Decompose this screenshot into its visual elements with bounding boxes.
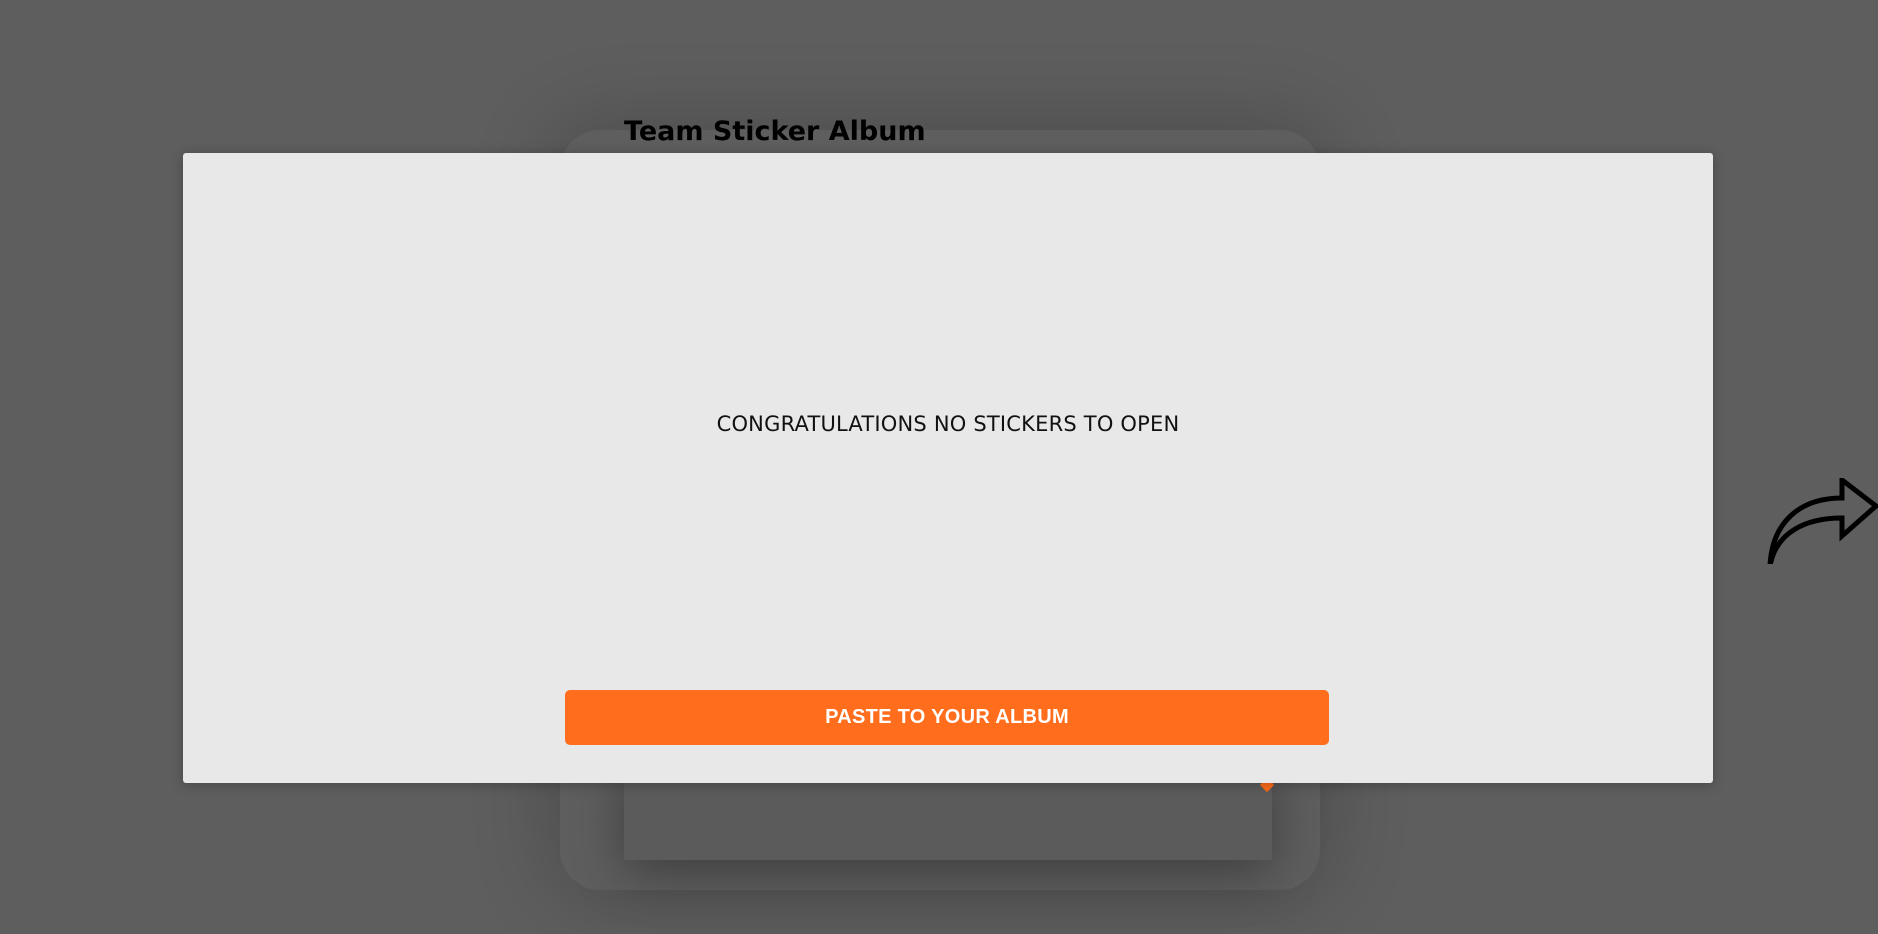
share-arrow-icon[interactable]: [1766, 474, 1878, 567]
paste-to-album-button[interactable]: PASTE TO YOUR ALBUM: [565, 690, 1329, 745]
modal-message: CONGRATULATIONS NO STICKERS TO OPEN: [716, 412, 1180, 436]
no-stickers-modal: CONGRATULATIONS NO STICKERS TO OPEN PAST…: [183, 153, 1713, 783]
page-title: Team Sticker Album: [624, 116, 926, 147]
